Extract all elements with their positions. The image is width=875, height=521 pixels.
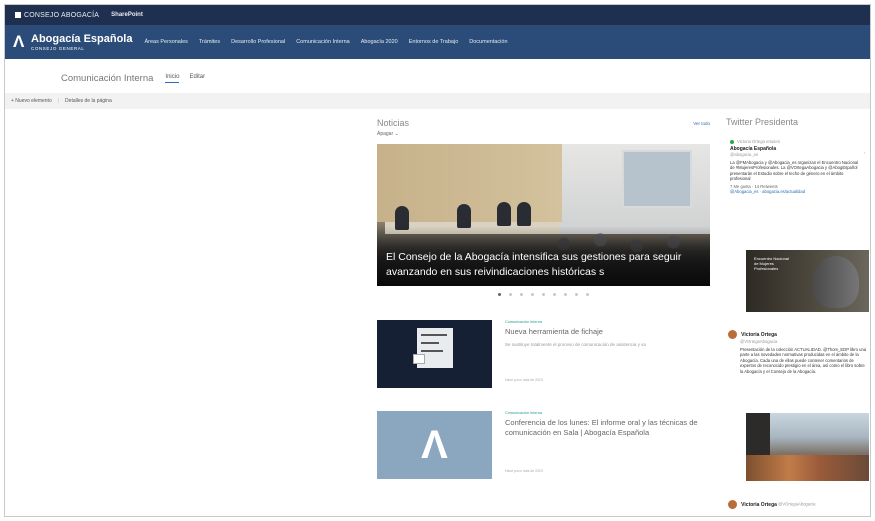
site-header: Ʌ Abogacía Española CONSEJO GENERAL Área… bbox=[5, 25, 870, 59]
nav-item-abogacia-2020[interactable]: Abogacía 2020 bbox=[361, 39, 398, 45]
avatar[interactable] bbox=[728, 500, 737, 509]
tweet-meta-text: Victoria Ortega retuiteó bbox=[737, 139, 780, 144]
tweet-card[interactable]: Victoria Ortega retuiteó Abogacía Españo… bbox=[730, 139, 860, 195]
tweet-image[interactable] bbox=[746, 413, 869, 481]
tweet-text: Presentación de la colección ACTUALIDAD.… bbox=[740, 346, 867, 374]
hero-window bbox=[622, 150, 692, 208]
news-filter[interactable]: Apagar ⌄ bbox=[377, 131, 710, 140]
news-item-body: Comunicación Interna Nueva herramienta d… bbox=[505, 320, 710, 382]
carousel-dots bbox=[377, 293, 710, 299]
tweet-card[interactable]: Victoria Ortega @VOrtegaAbogacia Present… bbox=[728, 330, 868, 374]
site-title[interactable]: Comunicación Interna bbox=[61, 73, 153, 84]
carousel-dot[interactable] bbox=[509, 293, 512, 296]
news-item-summary: Se sustituye totalmente el proceso de co… bbox=[505, 342, 646, 347]
nav-item-areas[interactable]: Áreas Personales bbox=[144, 39, 187, 45]
new-item-button[interactable]: + Nuevo elemento bbox=[11, 98, 52, 104]
global-nav: Áreas Personales Trámites Desarrollo Pro… bbox=[144, 39, 507, 45]
carousel-dot[interactable] bbox=[553, 293, 556, 296]
scrollbar-arrow-icon[interactable]: › bbox=[864, 150, 867, 155]
tweet-handle[interactable]: @VOrtegaAbogacia bbox=[778, 502, 815, 507]
retweet-icon bbox=[730, 139, 734, 144]
carousel-dot[interactable] bbox=[542, 293, 545, 296]
see-all-link[interactable]: Ver todo bbox=[693, 121, 710, 126]
command-bar: + Nuevo elemento | Detalles de la página bbox=[5, 93, 870, 109]
tweet-card[interactable]: Victoria Ortega @VOrtegaAbogacia bbox=[728, 500, 868, 509]
nav-item-tramites[interactable]: Trámites bbox=[199, 39, 220, 45]
logo-subtitle: CONSEJO GENERAL bbox=[31, 45, 85, 51]
hero-caption[interactable]: El Consejo de la Abogacía intensifica su… bbox=[386, 250, 696, 280]
abogacia-logo-icon[interactable]: Ʌ bbox=[13, 33, 25, 51]
filter-label: Apagar bbox=[377, 131, 394, 137]
page-details-button[interactable]: Detalles de la página bbox=[65, 98, 112, 104]
hero-person bbox=[457, 204, 471, 228]
badge-icon bbox=[413, 354, 425, 364]
tweet-text: La @FMAbogacia y @Abogacia_es organizan … bbox=[730, 159, 859, 182]
avatar[interactable] bbox=[728, 330, 737, 339]
tab-inicio[interactable]: Inicio bbox=[165, 74, 180, 83]
news-category: Comunicación Interna bbox=[505, 320, 542, 324]
news-webpart: Noticias Ver todo Apagar ⌄ El Consejo de… bbox=[377, 117, 710, 299]
tweet-image-crowd bbox=[746, 455, 869, 481]
tweet-user[interactable]: Victoria Ortega bbox=[741, 502, 777, 508]
news-item[interactable]: Comunicación Interna Nueva herramienta d… bbox=[377, 320, 710, 388]
news-header: Noticias Ver todo bbox=[377, 117, 710, 129]
news-item-title[interactable]: Nueva herramienta de fichaje bbox=[505, 327, 710, 337]
carousel-dot[interactable] bbox=[564, 293, 567, 296]
hero-person bbox=[497, 202, 511, 226]
suite-bar: CONSEJO ABOGACÍA SharePoint bbox=[5, 5, 870, 25]
news-item-title[interactable]: Conferencia de los lunes: El informe ora… bbox=[505, 418, 710, 438]
command-separator: | bbox=[57, 98, 60, 104]
site-subheader: Comunicación Interna Inicio Editar bbox=[5, 63, 870, 93]
news-item-body: Comunicación Interna Conferencia de los … bbox=[505, 411, 710, 473]
tweet-image-head bbox=[813, 256, 859, 308]
news-item[interactable]: Ʌ Comunicación Interna Conferencia de lo… bbox=[377, 411, 710, 479]
site-logo[interactable]: Abogacía Española CONSEJO GENERAL bbox=[31, 32, 133, 51]
news-thumbnail bbox=[377, 320, 492, 388]
news-item-date: Hace poco más de 2023 bbox=[505, 378, 543, 382]
carousel-dot[interactable] bbox=[498, 293, 501, 296]
news-title: Noticias bbox=[377, 118, 410, 128]
carousel-dot[interactable] bbox=[586, 293, 589, 296]
news-category: Comunicación Interna bbox=[505, 411, 542, 415]
news-item-date: Hace poco más de 2023 bbox=[505, 469, 543, 473]
tweet-meta: Victoria Ortega retuiteó bbox=[730, 139, 860, 145]
nav-item-documentacion[interactable]: Documentación bbox=[469, 39, 507, 45]
logo-title: Abogacía Española bbox=[31, 32, 133, 45]
grid-icon[interactable] bbox=[15, 12, 21, 18]
tweet-image[interactable]: Encuentro Nacional de Mujeres Profesiona… bbox=[746, 250, 869, 312]
carousel-dot[interactable] bbox=[531, 293, 534, 296]
twitter-webpart: Twitter Presidenta Victoria Ortega retui… bbox=[724, 117, 869, 195]
suite-brand: CONSEJO ABOGACÍA bbox=[24, 11, 100, 19]
carousel-dot[interactable] bbox=[575, 293, 578, 296]
chevron-down-icon: ⌄ bbox=[394, 131, 399, 137]
tweet-image-badge: Encuentro Nacional de Mujeres Profesiona… bbox=[754, 256, 789, 271]
carousel-dot[interactable] bbox=[520, 293, 523, 296]
nav-item-comunicacion[interactable]: Comunicación Interna bbox=[296, 39, 350, 45]
abogacia-logo-icon: Ʌ bbox=[421, 423, 448, 467]
suite-app-name[interactable]: SharePoint bbox=[111, 12, 143, 18]
tweet-user[interactable]: Victoria Ortega bbox=[741, 332, 777, 338]
news-thumbnail: Ʌ bbox=[377, 411, 492, 479]
tweet-handle[interactable]: @VOrtegaAbogacia bbox=[740, 339, 868, 345]
news-hero-image[interactable]: El Consejo de la Abogacía intensifica su… bbox=[377, 144, 710, 286]
tweet-handle[interactable]: @abogacia_es bbox=[730, 152, 860, 158]
tweet-link[interactable]: @Abogacia_es · abogacia.es/actualidad bbox=[730, 189, 860, 195]
hero-person bbox=[517, 202, 531, 226]
nav-item-desarrollo[interactable]: Desarrollo Profesional bbox=[231, 39, 285, 45]
tab-editar[interactable]: Editar bbox=[189, 74, 205, 82]
twitter-title: Twitter Presidenta bbox=[726, 117, 799, 127]
nav-item-entornos[interactable]: Entornos de Trabajo bbox=[409, 39, 459, 45]
